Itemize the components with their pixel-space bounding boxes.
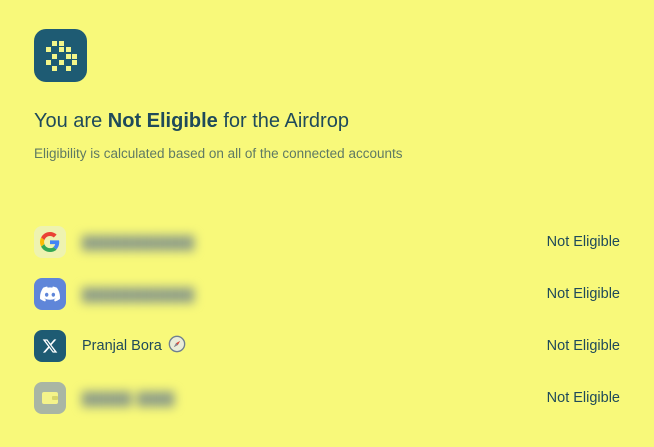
account-name-hidden: ▇▇▇▇▇▇▇▇▇ [82,233,195,251]
app-logo [34,29,87,82]
blurred-name-placeholder: ▇▇▇▇ ▇▇▇ [82,390,175,407]
account-status: Not Eligible [546,390,620,406]
x-icon [34,330,66,362]
page-subtitle: Eligibility is calculated based on all o… [34,146,403,161]
discord-icon [34,278,66,310]
account-status: Not Eligible [546,338,620,354]
account-name-hidden: ▇▇▇▇ ▇▇▇ [82,389,175,407]
account-name: Pranjal Bora [82,335,186,357]
google-icon [34,226,66,258]
title-suffix: for the Airdrop [217,110,349,132]
account-row-discord: ▇▇▇▇▇▇▇▇▇ Not Eligible [34,278,620,310]
account-status: Not Eligible [546,234,620,250]
account-row-wallet: ▇▇▇▇ ▇▇▇ Not Eligible [34,382,620,414]
blurred-name-placeholder: ▇▇▇▇▇▇▇▇▇ [82,234,195,251]
brand-logo-icon [45,40,77,71]
wallet-icon [34,382,66,414]
blurred-name-placeholder: ▇▇▇▇▇▇▇▇▇ [82,286,195,303]
account-list: ▇▇▇▇▇▇▇▇▇ Not Eligible ▇▇▇▇▇▇▇▇▇ Not Eli… [34,226,620,434]
page-title: You are Not Eligible for the Airdrop [34,108,349,134]
account-row-google: ▇▇▇▇▇▇▇▇▇ Not Eligible [34,226,620,258]
account-row-x: Pranjal Bora Not Eligible [34,330,620,362]
title-status: Not Eligible [107,110,218,132]
title-prefix: You are [34,110,108,132]
compass-icon [168,335,186,357]
account-name-text: Pranjal Bora [82,338,162,354]
account-status: Not Eligible [546,286,620,302]
account-name-hidden: ▇▇▇▇▇▇▇▇▇ [82,285,195,303]
